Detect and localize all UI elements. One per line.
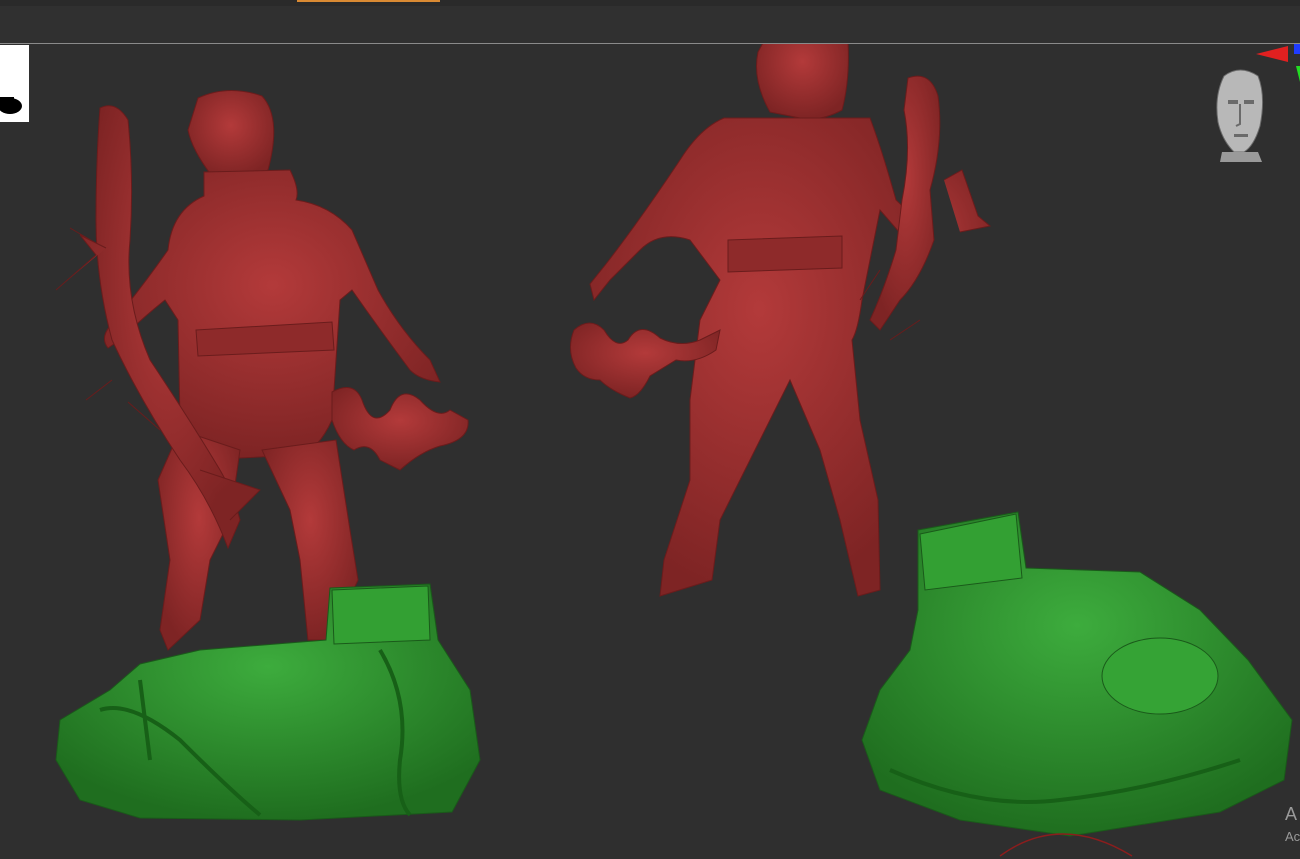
brush-cursor-ring bbox=[999, 833, 1133, 857]
activation-watermark-title: A bbox=[1285, 804, 1298, 824]
activation-watermark-subtitle: Ac bbox=[1285, 829, 1300, 844]
archer-front-view[interactable] bbox=[570, 44, 992, 597]
axis-gizmo-icon[interactable] bbox=[1254, 44, 1300, 90]
sculpt-models bbox=[55, 44, 1293, 857]
toolbar bbox=[0, 6, 1300, 43]
base-right[interactable] bbox=[861, 511, 1293, 837]
active-tab-indicator[interactable] bbox=[297, 0, 440, 2]
base-left[interactable] bbox=[55, 583, 481, 821]
3d-viewport[interactable]: A Ac bbox=[0, 44, 1300, 859]
archer-back-view[interactable] bbox=[55, 89, 469, 651]
